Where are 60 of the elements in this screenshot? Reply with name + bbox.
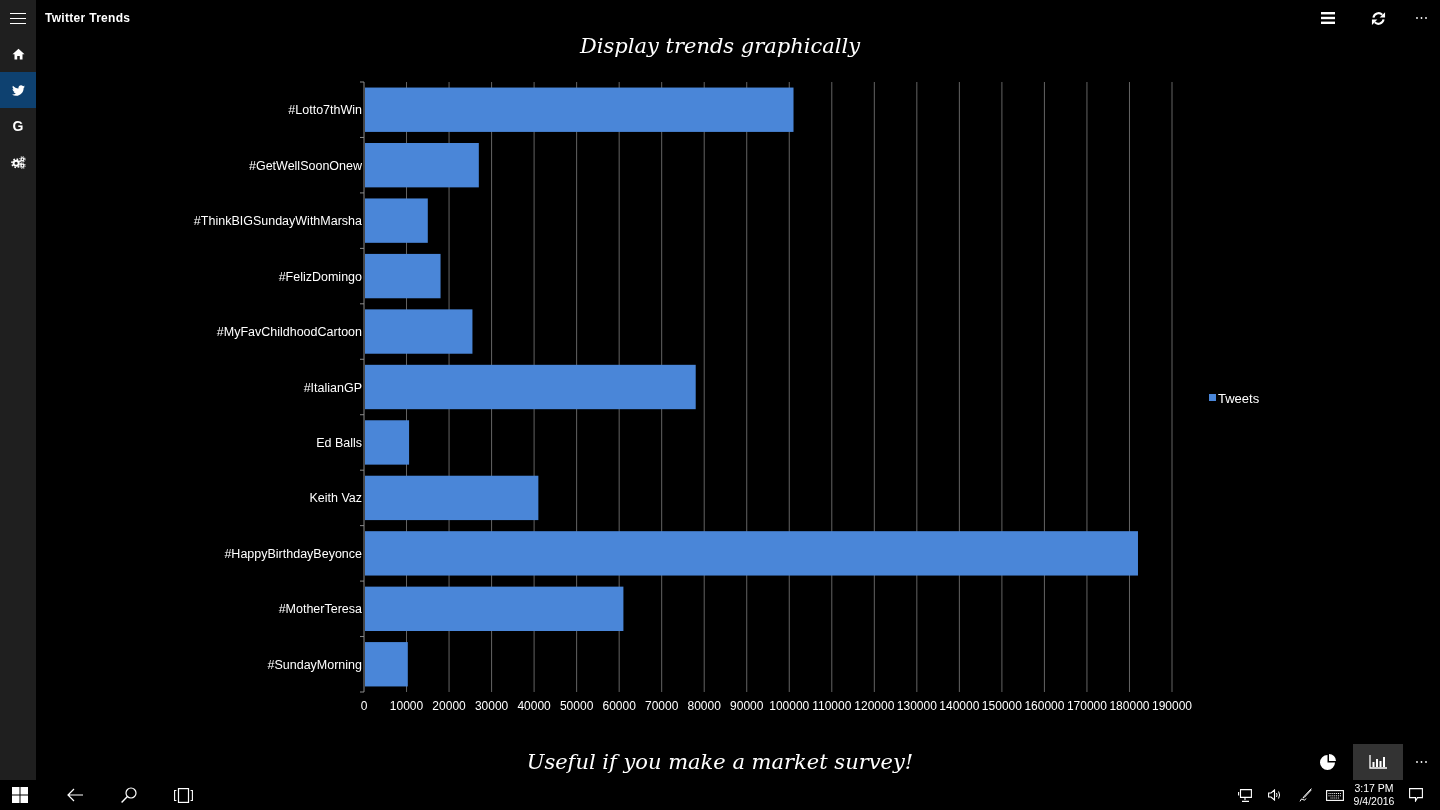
- search-icon: [121, 787, 137, 803]
- task-view-icon: [173, 787, 193, 803]
- bar: [365, 642, 408, 687]
- pie-chart-icon: [1320, 754, 1336, 770]
- clock-time: 3:17 PM: [1354, 782, 1394, 795]
- view-button[interactable]: [1353, 744, 1403, 780]
- legend-label: Tweets: [1218, 390, 1260, 406]
- back-arrow-icon: [67, 788, 83, 802]
- monitor-icon: [1238, 788, 1252, 802]
- tick-label: 60000: [602, 699, 636, 713]
- tick-label: 10000: [389, 699, 424, 713]
- windows-icon: [12, 787, 28, 803]
- tick-label: 190000: [1152, 699, 1192, 713]
- category-label: #ThinkBIGSundayWithMarsha: [193, 214, 362, 229]
- list-icon: [1321, 12, 1335, 24]
- menu-icon: [10, 12, 26, 24]
- gears-icon: [10, 155, 26, 169]
- category-label: Ed Balls: [316, 435, 362, 450]
- sidebar-item[interactable]: [0, 72, 36, 108]
- speech-bubble-icon: [1409, 788, 1423, 802]
- tick-label: 50000: [559, 699, 594, 713]
- clock-date: 9/4/2016: [1353, 795, 1395, 808]
- tick-label: 180000: [1109, 699, 1150, 713]
- category-label: #HappyBirthdayBeyonce: [224, 546, 362, 561]
- tick-label: 80000: [687, 699, 721, 713]
- category-label: #MotherTeresa: [278, 602, 362, 617]
- tick-label: 30000: [474, 699, 509, 713]
- category-label: Keith Vaz: [309, 491, 362, 506]
- window-title: Twitter Trends: [45, 11, 131, 25]
- category-label: #MyFavChildhoodCartoon: [216, 325, 362, 340]
- bar-chart-icon: [1369, 755, 1387, 769]
- sidebar-item[interactable]: G: [0, 108, 36, 144]
- tick-label: 140000: [939, 699, 980, 713]
- category-label: #SundayMorning: [267, 657, 362, 672]
- category-label: #GetWellSoonOnew: [248, 158, 362, 173]
- bird-icon: [11, 84, 25, 96]
- category-label: #FelizDomingo: [278, 269, 362, 284]
- tick-label: 150000: [981, 699, 1022, 713]
- tick-label: 90000: [730, 699, 764, 713]
- bar: [365, 198, 428, 243]
- home-icon: [11, 48, 25, 60]
- speaker-icon: [1268, 789, 1282, 801]
- tick-label: 170000: [1066, 699, 1107, 713]
- category-label: #ItalianGP: [303, 380, 362, 395]
- refresh-icon: [1370, 10, 1386, 26]
- pen-icon: [1298, 788, 1312, 802]
- tick-label: 160000: [1024, 699, 1065, 713]
- caption: Useful if you make a market survey!: [526, 750, 914, 774]
- tick-label: 130000: [896, 699, 937, 713]
- tick-label: 70000: [645, 699, 679, 713]
- tick-label: 40000: [517, 699, 551, 713]
- tick-label: 110000: [812, 699, 852, 713]
- bar: [365, 420, 410, 465]
- tick-label: 100000: [769, 699, 810, 713]
- category-label: #Lotto7thWin: [288, 103, 362, 118]
- keyboard-icon: [1326, 789, 1344, 801]
- tick-label: 20000: [432, 699, 466, 713]
- tick-label: 0: [360, 699, 368, 713]
- tick-label: 120000: [854, 699, 895, 713]
- chart-heading: Display trends graphically: [579, 34, 861, 58]
